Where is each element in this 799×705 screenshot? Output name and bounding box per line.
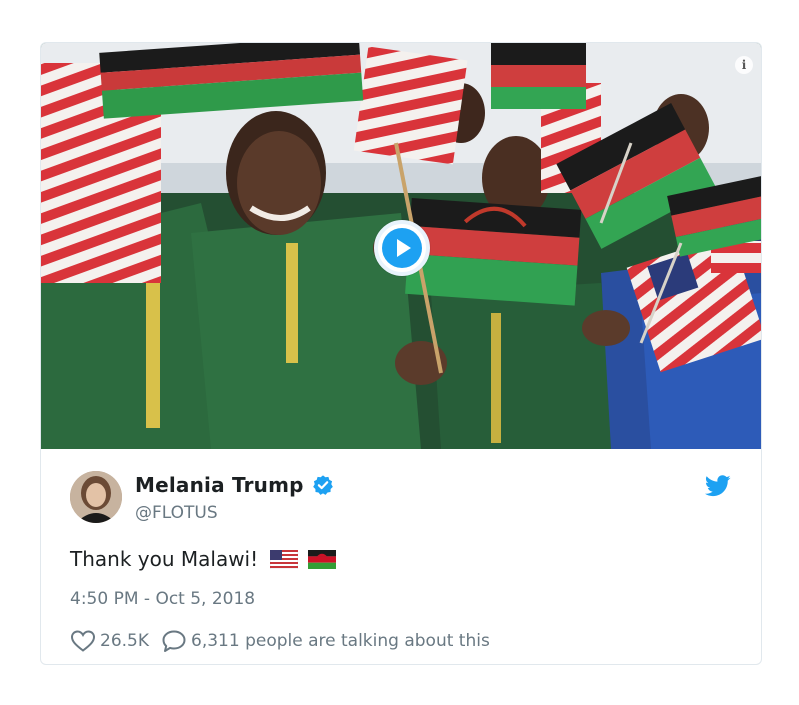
user-handle[interactable]: @FLOTUS <box>135 503 218 523</box>
verified-badge-icon <box>312 475 333 495</box>
avatar[interactable] <box>70 471 122 523</box>
tweet-text: Thank you Malawi! <box>70 547 337 571</box>
play-icon <box>382 228 422 268</box>
twitter-bird-icon[interactable] <box>705 475 731 497</box>
like-count[interactable]: 26.5K <box>100 631 149 651</box>
video-thumbnail[interactable]: i <box>41 43 761 449</box>
tweet-timestamp[interactable]: 4:50 PM - Oct 5, 2018 <box>70 589 255 609</box>
play-button[interactable] <box>374 220 430 276</box>
tweet-body: Melania Trump @FLOTUS Thank you Malawi! <box>41 449 761 664</box>
tweet-actions: 26.5K 6,311 people are talking about thi… <box>70 629 490 653</box>
speech-bubble-icon[interactable] <box>161 629 187 653</box>
conversation-link[interactable]: 6,311 people are talking about this <box>191 631 490 651</box>
us-flag-emoji <box>270 549 299 569</box>
tweet-text-content: Thank you Malawi! <box>70 547 259 571</box>
malawi-flag-emoji <box>308 549 337 569</box>
display-name[interactable]: Melania Trump <box>135 473 304 497</box>
info-icon[interactable]: i <box>735 56 753 74</box>
author-name-row[interactable]: Melania Trump <box>135 473 334 497</box>
heart-icon[interactable] <box>70 629 96 653</box>
tweet-card[interactable]: i Melania Trump @FLOTUS Thank you Malawi… <box>40 42 762 665</box>
avatar-image <box>70 471 122 523</box>
